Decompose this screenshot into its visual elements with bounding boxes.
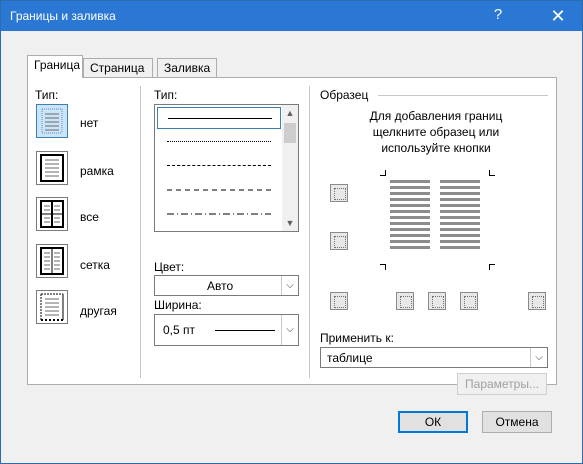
preset-all-label: все bbox=[80, 210, 99, 224]
width-line-sample bbox=[215, 330, 275, 331]
preset-all-button[interactable] bbox=[36, 197, 68, 231]
tab-page-border[interactable]: Страница bbox=[83, 58, 153, 78]
chevron-down-icon: ⌵ bbox=[530, 348, 547, 367]
scroll-up-icon[interactable]: ▲ bbox=[282, 105, 298, 121]
border-grid-icon bbox=[40, 247, 64, 275]
dashed-line-glyph bbox=[167, 189, 271, 191]
line-style-dotted[interactable] bbox=[157, 131, 281, 153]
divider bbox=[140, 86, 141, 378]
color-dropdown[interactable]: Авто ⌵ bbox=[154, 275, 299, 296]
setting-header: Тип: bbox=[35, 88, 59, 102]
left-border-button[interactable] bbox=[396, 292, 414, 310]
line-style-list[interactable]: ▲ ▼ bbox=[154, 104, 299, 232]
border-box-icon bbox=[40, 154, 64, 182]
preview-rule bbox=[378, 95, 548, 96]
color-label: Цвет: bbox=[154, 260, 185, 274]
style-header: Тип: bbox=[154, 88, 178, 102]
tab-label: Страница bbox=[90, 61, 145, 75]
width-dropdown[interactable]: 0,5 пт ⌵ bbox=[154, 314, 299, 346]
border-custom-icon bbox=[40, 293, 64, 321]
instruction-line: Для добавления границ bbox=[369, 109, 503, 123]
preview-column-left bbox=[390, 180, 430, 252]
borders-panel: Тип: нет рамка все сетка другая Тип: ▲ ▼… bbox=[27, 77, 557, 385]
apply-to-value: таблице bbox=[327, 351, 373, 365]
tab-label: Граница bbox=[34, 58, 81, 72]
inside-horizontal-border-button[interactable] bbox=[330, 232, 348, 250]
line-style-dash-dot[interactable] bbox=[157, 203, 281, 225]
border-all-icon bbox=[40, 200, 64, 228]
right-border-button[interactable] bbox=[460, 292, 478, 310]
preset-box-button[interactable] bbox=[36, 151, 68, 185]
help-button[interactable]: ? bbox=[483, 6, 513, 26]
preset-custom-label: другая bbox=[80, 304, 117, 318]
inside-vertical-border-button[interactable] bbox=[428, 292, 446, 310]
tab-borders[interactable]: Граница bbox=[27, 55, 83, 78]
apply-to-dropdown[interactable]: таблице ⌵ bbox=[320, 347, 548, 368]
diagonal-up-border-button[interactable] bbox=[528, 292, 546, 310]
dash-dot-line-glyph bbox=[167, 213, 271, 215]
options-button[interactable]: Параметры... bbox=[457, 373, 547, 395]
preset-none-label: нет bbox=[80, 116, 99, 130]
tab-label: Заливка bbox=[164, 61, 211, 75]
tab-shading[interactable]: Заливка bbox=[157, 58, 217, 78]
chevron-down-icon: ⌵ bbox=[281, 276, 298, 295]
preset-none-button[interactable] bbox=[36, 104, 68, 138]
line-style-dashed-small[interactable] bbox=[157, 155, 281, 177]
chevron-down-icon: ⌵ bbox=[281, 315, 298, 345]
scroll-down-icon[interactable]: ▼ bbox=[282, 215, 298, 231]
divider bbox=[309, 86, 310, 378]
width-label: Ширина: bbox=[154, 298, 202, 312]
borders-and-shading-dialog: Границы и заливка ? ✕ Граница Страница З… bbox=[0, 0, 583, 464]
style-list-scrollbar[interactable]: ▲ ▼ bbox=[282, 105, 298, 231]
apply-to-label: Применить к: bbox=[320, 331, 394, 345]
top-border-button[interactable] bbox=[330, 184, 348, 202]
preset-box-label: рамка bbox=[80, 164, 114, 178]
title-bar: Границы и заливка ? ✕ bbox=[1, 1, 582, 31]
diagonal-down-border-button[interactable] bbox=[330, 292, 348, 310]
preview-header: Образец bbox=[320, 88, 369, 102]
instruction-line: щелкните образец или bbox=[372, 125, 500, 139]
ok-button[interactable]: ОК bbox=[398, 411, 468, 433]
preview-column-right bbox=[440, 180, 480, 252]
cancel-button[interactable]: Отмена bbox=[482, 411, 552, 433]
preset-grid-label: сетка bbox=[80, 258, 110, 272]
dialog-title: Границы и заливка bbox=[10, 9, 116, 23]
scroll-thumb[interactable] bbox=[284, 123, 296, 143]
preview-instructions: Для добавления границ щелкните образец и… bbox=[346, 108, 526, 156]
border-none-icon bbox=[41, 108, 63, 134]
preset-grid-button[interactable] bbox=[36, 244, 68, 278]
instruction-line: используйте кнопки bbox=[381, 141, 491, 155]
width-value: 0,5 пт bbox=[163, 323, 196, 337]
close-button[interactable]: ✕ bbox=[536, 3, 580, 29]
color-value: Авто bbox=[207, 279, 234, 293]
line-style-dashed[interactable] bbox=[157, 179, 281, 201]
line-style-solid[interactable] bbox=[157, 107, 281, 129]
preset-custom-button[interactable] bbox=[36, 290, 68, 324]
